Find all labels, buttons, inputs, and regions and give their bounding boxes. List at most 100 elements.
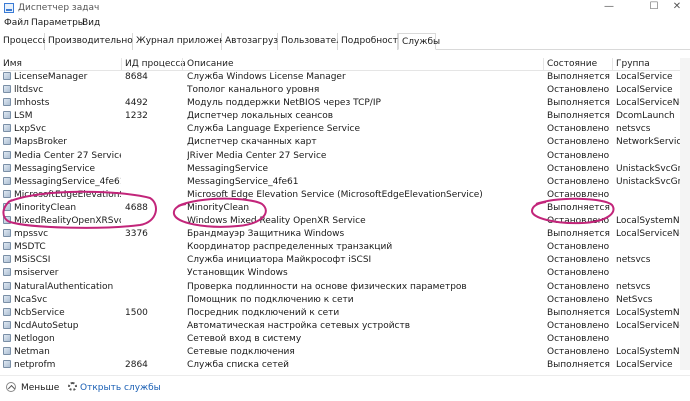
table-row[interactable]: Netlogon Сетевой вход в систему Остановлен… xyxy=(0,333,690,346)
service-name-text: MapsBroker xyxy=(14,137,67,148)
service-group: LocalSystemNe... xyxy=(616,307,690,318)
column-header-group[interactable]: Группа xyxy=(616,59,650,69)
table-row[interactable]: MinorityClean 4688 MinorityClean Выполняетс… xyxy=(0,202,690,215)
fewer-details-label: Меньше xyxy=(21,383,60,393)
table-row[interactable]: MessagingService_4fe61 MessagingService_4… xyxy=(0,176,690,189)
service-group: LocalSystemNe... xyxy=(616,346,690,357)
table-row[interactable]: LicenseManager 8684 Служба Windows License… xyxy=(0,71,690,84)
column-header-description[interactable]: Описание xyxy=(187,59,234,69)
service-group: NetworkService xyxy=(616,137,687,148)
table-row[interactable]: MSDTC Координатор распределенных транзакц… xyxy=(0,241,690,254)
service-icon xyxy=(3,202,11,211)
service-name: Media Center 27 Service xyxy=(3,150,121,161)
service-description: Служба списка сетей xyxy=(187,360,289,370)
menu-view[interactable]: Вид xyxy=(82,18,100,28)
table-row[interactable]: MapsBroker Диспетчер скачанных карт Остано… xyxy=(0,136,690,149)
service-name: MSiSCSI xyxy=(3,255,121,265)
service-icon xyxy=(3,281,11,290)
service-name: LicenseManager xyxy=(3,72,121,82)
vertical-scrollbar[interactable] xyxy=(680,58,690,370)
table-row[interactable]: msiserver Установщик Windows Остановлено xyxy=(0,267,690,280)
column-divider[interactable] xyxy=(182,58,183,71)
service-name-text: MicrosoftEdgeElevationServ... xyxy=(14,189,121,200)
service-description: Служба Language Experience Service xyxy=(187,124,360,135)
service-name-text: MessagingService_4fe61 xyxy=(14,176,121,187)
table-row[interactable]: NcdAutoSetup Автоматическая настройка сет… xyxy=(0,320,690,333)
service-state: Выполняется xyxy=(547,111,610,122)
table-row[interactable]: LSM 1232 Диспетчер локальных сеансов Выполн… xyxy=(0,110,690,123)
service-description: Windows Mixed Reality OpenXR Service xyxy=(187,216,366,227)
service-name: netprofm xyxy=(3,360,121,370)
column-header-state[interactable]: Состояние xyxy=(547,59,597,69)
service-state: Остановлено xyxy=(547,255,610,266)
service-name: msiserver xyxy=(3,268,121,278)
close-icon[interactable]: ✕ xyxy=(664,0,690,16)
service-name-text: NaturalAuthentication xyxy=(14,281,114,292)
service-description: Служба Windows License Manager xyxy=(187,72,346,82)
table-row[interactable]: mpssvc 3376 Брандмауэр Защитника Windows Вы… xyxy=(0,228,690,241)
service-name: Netman xyxy=(3,346,121,357)
tab-users[interactable]: Пользователи xyxy=(278,33,348,50)
table-row[interactable]: MicrosoftEdgeElevationServ... Microsoft E… xyxy=(0,189,690,202)
tab-processes[interactable]: Процессы xyxy=(0,33,50,50)
service-name: MessagingService_4fe61 xyxy=(3,176,121,187)
tab-services[interactable]: Службы xyxy=(398,33,440,50)
table-row[interactable]: netprofm 2864 Служба списка сетей Выполняет… xyxy=(0,359,690,370)
minimize-icon[interactable]: — xyxy=(596,0,622,16)
chevron-up-icon xyxy=(6,382,16,392)
service-group: netsvcs xyxy=(616,124,651,135)
service-group: LocalServiceNo... xyxy=(616,229,690,240)
service-group: netsvcs xyxy=(616,281,651,292)
column-divider[interactable] xyxy=(543,58,544,71)
service-icon xyxy=(3,307,11,316)
service-state: Остановлено xyxy=(547,216,610,227)
service-state: Выполняется xyxy=(547,360,610,370)
service-name-text: Netlogon xyxy=(14,333,55,344)
service-pid: 2864 xyxy=(125,360,148,370)
service-name-text: MixedRealityOpenXRSvc xyxy=(14,216,121,227)
table-body: LicenseManager 8684 Служба Windows License… xyxy=(0,71,690,370)
tab-startup[interactable]: Автозагрузка xyxy=(222,33,289,50)
column-header-name[interactable]: Имя xyxy=(3,59,22,69)
service-name-text: NcdAutoSetup xyxy=(14,320,79,331)
service-pid: 1232 xyxy=(125,111,148,122)
table-row[interactable]: lltdsvc Тополог канального уровня Остановл… xyxy=(0,84,690,97)
service-name: NcdAutoSetup xyxy=(3,320,121,331)
task-manager-icon xyxy=(4,3,14,13)
service-name-text: mpssvc xyxy=(14,229,49,240)
service-icon xyxy=(3,333,11,342)
service-name: MapsBroker xyxy=(3,137,121,147)
table-row[interactable]: Netman Сетевые подключения Остановлено Loca… xyxy=(0,346,690,359)
table-row[interactable]: Media Center 27 Service JRiver Media Cent… xyxy=(0,150,690,163)
service-name-text: NcaSvc xyxy=(14,294,48,305)
table-row[interactable]: lmhosts 4492 Модуль поддержки NetBIOS чере… xyxy=(0,97,690,110)
service-description: Брандмауэр Защитника Windows xyxy=(187,229,345,240)
service-description: Сетевой вход в систему xyxy=(187,333,302,344)
service-icon xyxy=(3,163,11,172)
menu-options[interactable]: Параметры xyxy=(31,18,85,28)
service-name: lltdsvc xyxy=(3,85,121,95)
menu-file[interactable]: Файл xyxy=(4,18,29,28)
service-description: Сетевые подключения xyxy=(187,346,295,357)
tab-performance[interactable]: Производительность xyxy=(45,33,148,50)
service-state: Остановлено xyxy=(547,320,610,331)
column-header-pid[interactable]: ИД процесса xyxy=(125,59,186,69)
table-row[interactable]: NcbService 1500 Посредник подключений к се… xyxy=(0,307,690,320)
service-icon xyxy=(3,137,11,146)
table-row[interactable]: MessagingService MessagingService Остановл… xyxy=(0,163,690,176)
table-row[interactable]: MixedRealityOpenXRSvc Windows Mixed Reali… xyxy=(0,215,690,228)
tab-app-history[interactable]: Журнал приложений xyxy=(133,33,237,50)
table-row[interactable]: NcaSvc Помощник по подключению к сети Оста… xyxy=(0,294,690,307)
table-row[interactable]: LxpSvc Служба Language Experience Service… xyxy=(0,123,690,136)
column-divider[interactable] xyxy=(612,58,613,71)
service-name-text: lmhosts xyxy=(14,98,50,109)
service-state: Остановлено xyxy=(547,137,610,148)
table-row[interactable]: MSiSCSI Служба инициатора Майкрософт iSCS… xyxy=(0,254,690,267)
column-divider[interactable] xyxy=(121,58,122,71)
table-row[interactable]: NaturalAuthentication Проверка подлинност… xyxy=(0,281,690,294)
open-services-link[interactable]: Открыть службы xyxy=(68,382,161,393)
tab-details[interactable]: Подробности xyxy=(338,33,404,50)
service-name-text: LxpSvc xyxy=(14,124,47,135)
fewer-details-button[interactable]: Меньше xyxy=(6,382,59,393)
service-group: LocalServiceNe... xyxy=(616,98,690,109)
